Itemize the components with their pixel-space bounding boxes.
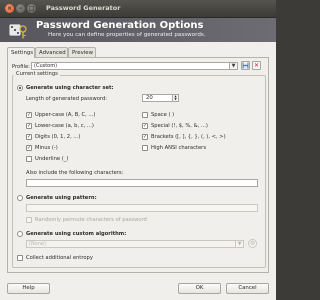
- special-label: Special (!, $, %, &, ...): [151, 123, 208, 129]
- window-title: Password Generator: [46, 4, 121, 12]
- options-icon: ⚙: [249, 240, 256, 247]
- profile-select[interactable]: (Custom) ▼: [31, 62, 238, 70]
- header-title: Password Generation Options: [36, 20, 204, 31]
- digits-checkbox[interactable]: ✓: [26, 134, 32, 140]
- current-settings-title: Current settings: [14, 71, 60, 77]
- high-ansi-checkbox[interactable]: [142, 145, 148, 151]
- header-banner: Password Generation Options Here you can…: [0, 18, 276, 42]
- save-icon: [242, 62, 249, 69]
- save-profile-button[interactable]: [241, 61, 250, 70]
- title-bar: × – □ Password Generator: [0, 0, 276, 18]
- entropy-label: Collect additional entropy: [26, 255, 93, 261]
- tab-advanced[interactable]: Advanced: [35, 47, 68, 57]
- upper-case-label: Upper-case (A, B, C, ...): [35, 112, 96, 118]
- algorithm-select[interactable]: (None) ▼: [26, 240, 244, 248]
- permute-label: Randomly permute characters of password: [35, 217, 147, 223]
- help-button[interactable]: Help: [7, 283, 50, 294]
- minus-label: Minus (-): [35, 145, 58, 151]
- length-label: Length of generated password:: [26, 96, 108, 102]
- spinner-arrows-icon[interactable]: ▲ ▼: [172, 95, 178, 101]
- lower-case-checkbox[interactable]: ✓: [26, 123, 32, 129]
- header-subtitle: Here you can define properties of genera…: [48, 32, 206, 38]
- underline-checkbox[interactable]: [26, 156, 32, 162]
- minus-checkbox[interactable]: ✓: [26, 145, 32, 151]
- tab-preview[interactable]: Preview: [68, 47, 96, 57]
- algorithm-radio[interactable]: [17, 231, 23, 237]
- underline-label: Underline (_): [35, 156, 69, 162]
- entropy-checkbox[interactable]: [17, 255, 23, 261]
- brackets-label: Brackets ([, ], {, }, (, ), <, >): [151, 134, 226, 140]
- password-generator-window: × – □ Password Generator Password Genera…: [0, 0, 276, 300]
- lower-case-label: Lower-case (a, b, c, ...): [35, 123, 94, 129]
- special-checkbox[interactable]: ✓: [142, 123, 148, 129]
- settings-pane: Profile: (Custom) ▼ ✕ Current settings G…: [7, 57, 269, 273]
- digits-label: Digits (0, 1, 2, ...): [35, 134, 81, 140]
- minimize-icon[interactable]: –: [16, 4, 25, 13]
- upper-case-checkbox[interactable]: ✓: [26, 112, 32, 118]
- high-ansi-label: High ANSI characters: [151, 145, 207, 151]
- pattern-label: Generate using pattern:: [26, 195, 97, 201]
- tab-settings[interactable]: Settings: [7, 47, 35, 58]
- close-icon[interactable]: ×: [5, 4, 14, 13]
- maximize-icon[interactable]: □: [27, 4, 36, 13]
- pattern-radio[interactable]: [17, 195, 23, 201]
- algorithm-options-button[interactable]: ⚙: [248, 239, 257, 248]
- algorithm-value: (None): [29, 241, 46, 247]
- permute-checkbox[interactable]: [26, 217, 32, 223]
- dice-key-icon: [8, 23, 27, 39]
- space-checkbox[interactable]: [142, 112, 148, 118]
- cancel-button[interactable]: Cancel: [226, 283, 269, 294]
- charset-label: Generate using character set:: [26, 85, 114, 91]
- space-label: Space ( ): [151, 112, 175, 118]
- pattern-input[interactable]: [26, 204, 258, 212]
- profile-value: (Custom): [34, 63, 58, 69]
- length-value: 20: [146, 95, 153, 101]
- algorithm-label: Generate using custom algorithm:: [26, 231, 127, 237]
- also-include-label: Also include the following characters:: [26, 170, 124, 176]
- delete-icon: ✕: [253, 62, 260, 69]
- delete-profile-button[interactable]: ✕: [252, 61, 261, 70]
- brackets-checkbox[interactable]: ✓: [142, 134, 148, 140]
- length-spinner[interactable]: 20 ▲ ▼: [142, 94, 179, 102]
- charset-radio[interactable]: [17, 85, 23, 91]
- chevron-down-icon: ▼: [235, 241, 243, 247]
- chevron-down-icon: ▼: [229, 63, 237, 69]
- profile-label: Profile:: [12, 64, 30, 70]
- ok-button[interactable]: OK: [178, 283, 221, 294]
- also-include-input[interactable]: [26, 179, 258, 187]
